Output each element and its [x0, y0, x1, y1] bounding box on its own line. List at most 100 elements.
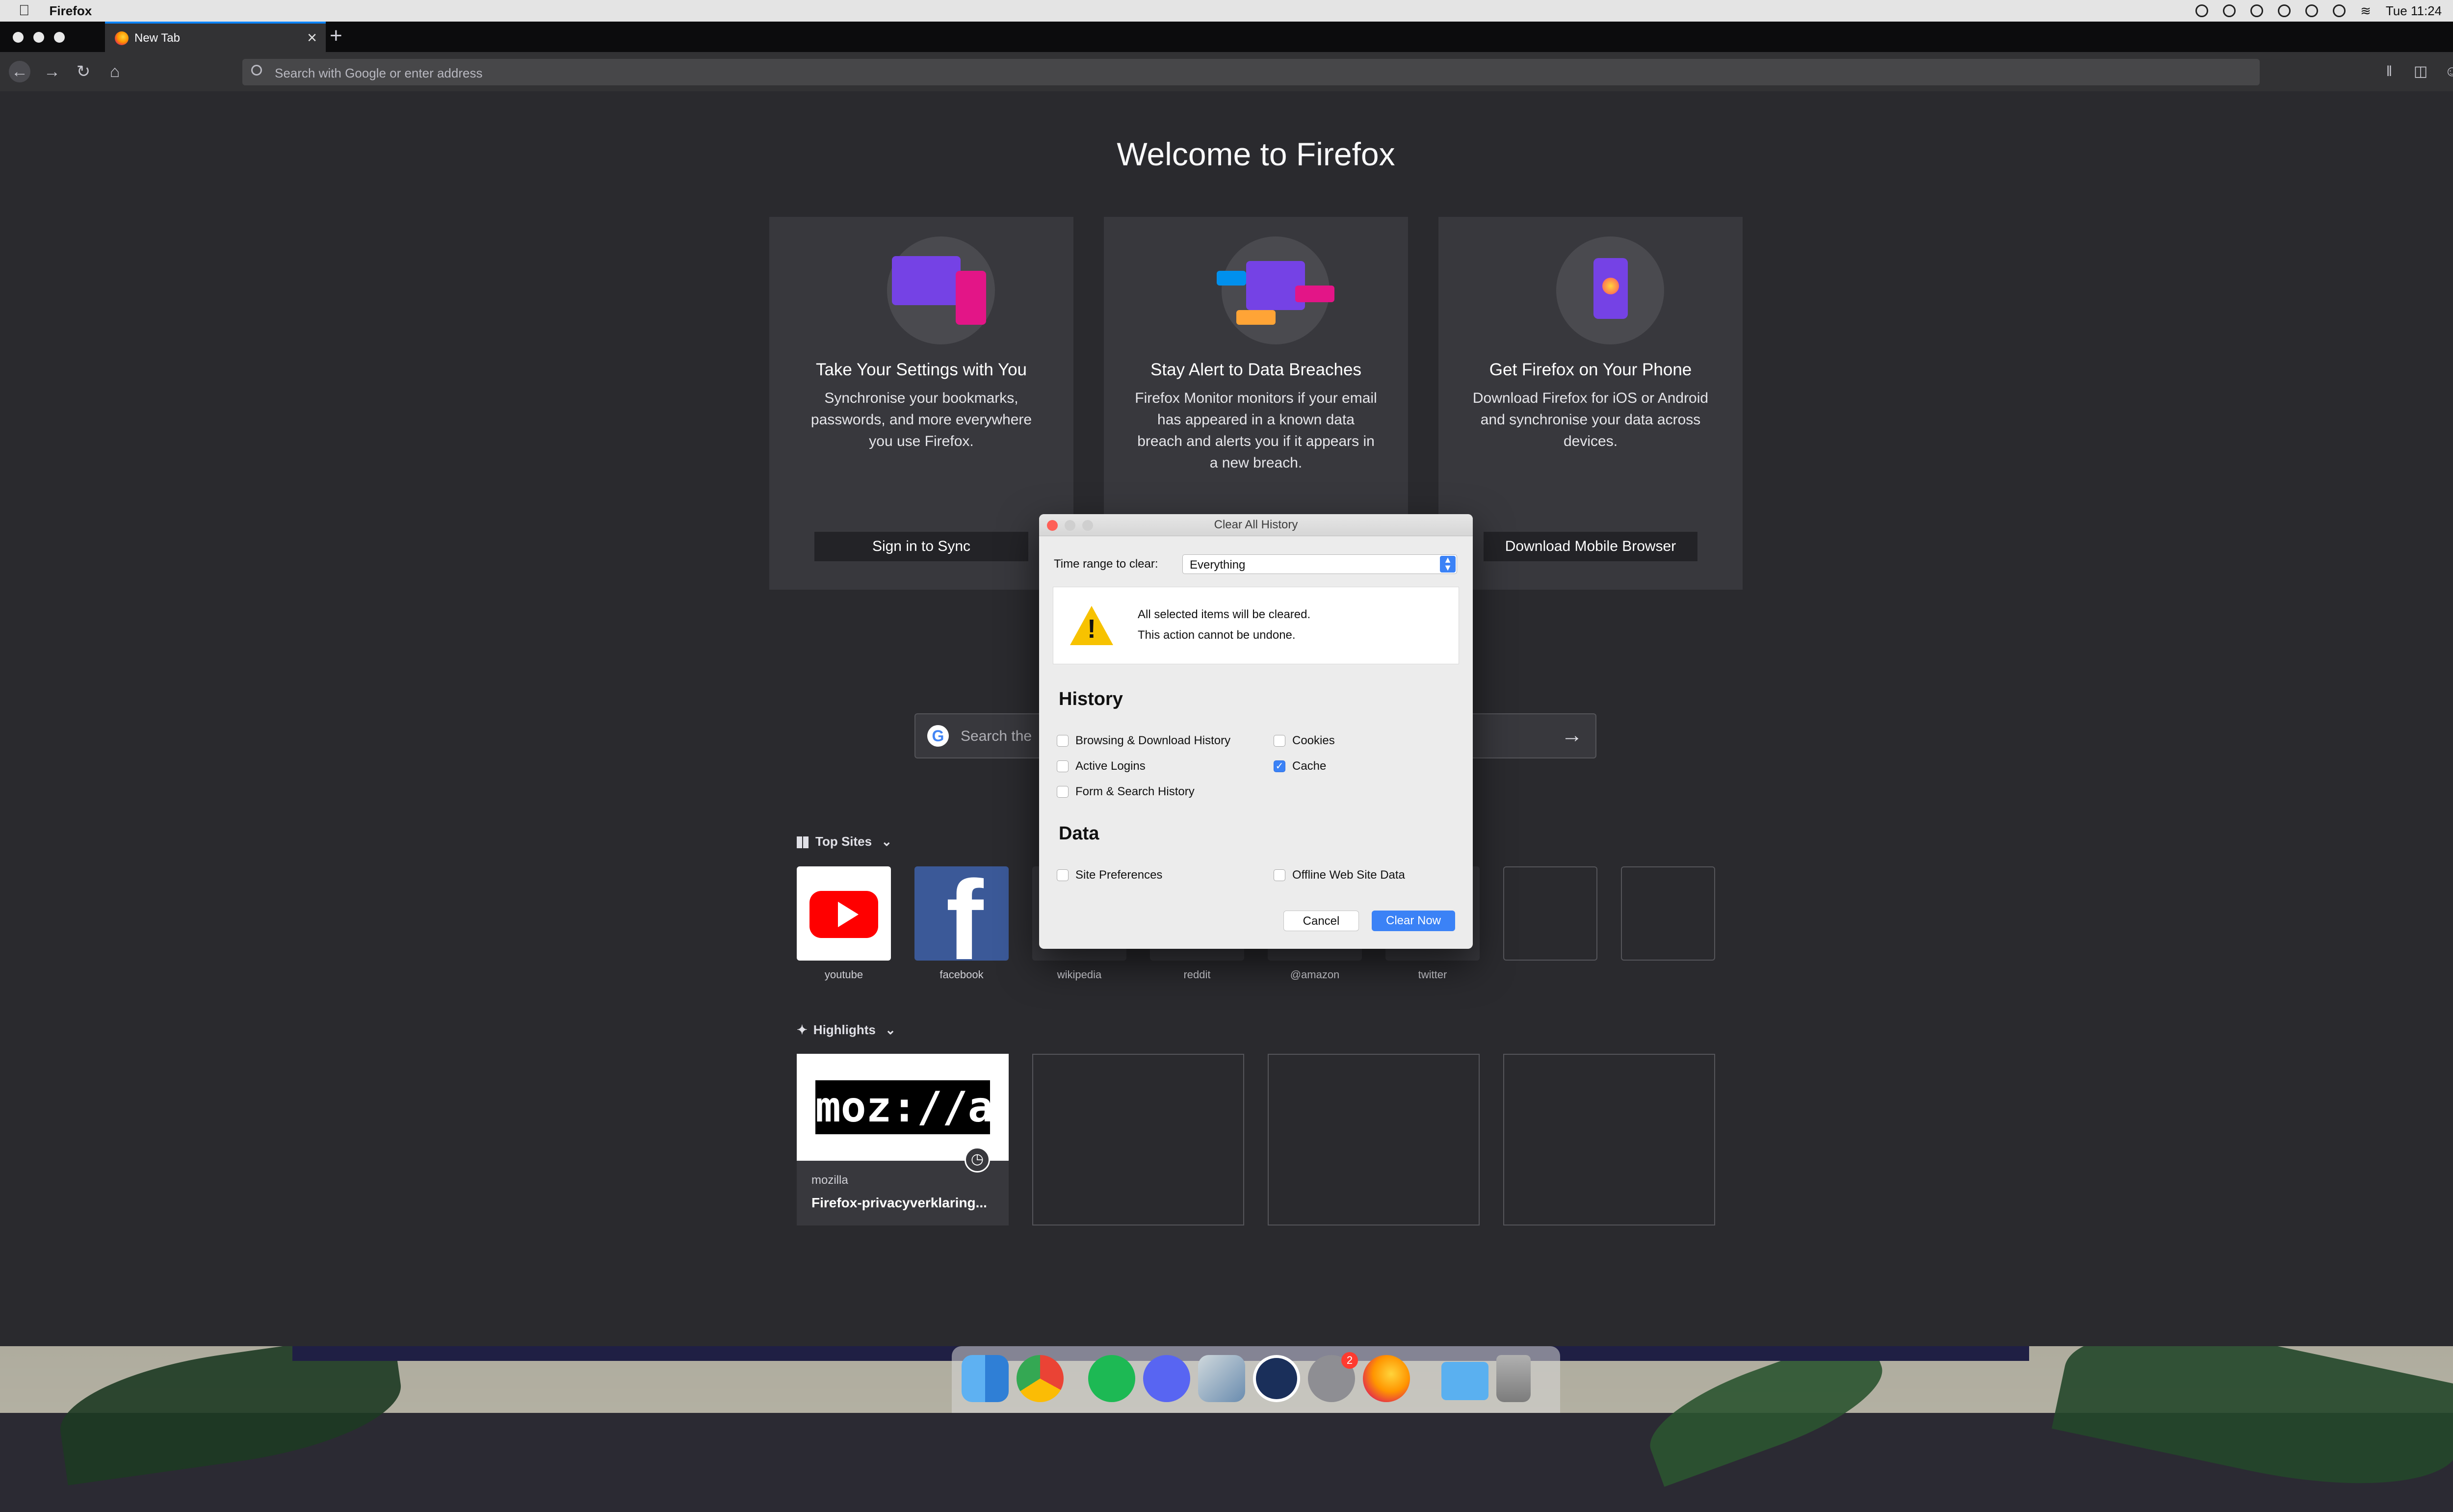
highlight-empty-slot	[1268, 1054, 1480, 1225]
tab-new-tab[interactable]: New Tab ×	[105, 22, 326, 52]
checkbox-cache[interactable]: ✓ Cache	[1274, 759, 1326, 773]
night-mode-icon[interactable]	[2223, 4, 2236, 17]
checkbox-browsing-download-history[interactable]: Browsing & Download History	[1057, 734, 1230, 748]
onboarding-card-mobile: Get Firefox on Your Phone Download Firef…	[1438, 217, 1743, 590]
airplane-icon[interactable]	[2278, 4, 2291, 17]
trash-icon[interactable]	[1496, 1355, 1531, 1402]
warning-text-2: This action cannot be undone.	[1138, 628, 1296, 642]
back-arrow-icon[interactable]: ←	[9, 61, 30, 82]
wifi-icon[interactable]: ≋	[2360, 3, 2371, 19]
checkbox-box[interactable]	[1274, 869, 1285, 881]
card-title: Stay Alert to Data Breaches	[1150, 360, 1361, 379]
cloud-status-icon[interactable]	[2195, 4, 2209, 17]
checkbox-checked-icon[interactable]: ✓	[1274, 760, 1285, 772]
top-sites-heading[interactable]: Top Sites ⌄	[797, 834, 892, 849]
mobile-phone-illustration	[1556, 236, 1664, 344]
tab-label: New Tab	[134, 31, 180, 45]
highlight-site: mozilla	[811, 1173, 848, 1187]
info-icon[interactable]	[2305, 4, 2319, 17]
system-preferences-icon[interactable]: 2	[1308, 1352, 1358, 1402]
sync-devices-illustration	[887, 236, 995, 344]
app-menu-name[interactable]: Firefox	[50, 3, 92, 19]
window-zoom-button[interactable]	[54, 32, 65, 43]
highlight-empty-slot	[1503, 1054, 1715, 1225]
clear-now-button[interactable]: Clear Now	[1372, 911, 1455, 931]
top-site-label: facebook	[939, 968, 984, 981]
time-range-select[interactable]: Everything ▲ ▼	[1182, 554, 1457, 574]
card-body: Synchronise your bookmarks, passwords, a…	[810, 390, 1032, 449]
top-site-label: twitter	[1418, 968, 1447, 981]
window-minimize-button[interactable]	[33, 32, 44, 43]
top-site-empty-slot[interactable]	[1503, 866, 1597, 961]
select-stepper-icon: ▲ ▼	[1440, 555, 1456, 573]
download-mobile-browser-button[interactable]: Download Mobile Browser	[1484, 532, 1697, 561]
sidebar-icon[interactable]: ◫	[2412, 63, 2429, 80]
notification-badge: 2	[1341, 1352, 1358, 1369]
top-site-youtube[interactable]: youtube	[797, 866, 891, 981]
sign-in-to-sync-button[interactable]: Sign in to Sync	[814, 532, 1028, 561]
discord-icon[interactable]	[1143, 1355, 1190, 1402]
checkbox-form-search-history[interactable]: Form & Search History	[1057, 785, 1195, 799]
mozilla-logo: moz://a	[815, 1080, 993, 1134]
checkbox-box[interactable]	[1057, 786, 1069, 798]
data-heading: Data	[1059, 823, 1099, 844]
library-icon[interactable]: ‖	[2380, 63, 2398, 80]
chrome-icon[interactable]	[1017, 1355, 1064, 1402]
menubar-clock[interactable]: Tue 11:24	[2386, 3, 2442, 19]
at-sign-icon[interactable]	[2250, 4, 2264, 17]
highlight-card[interactable]: moz://a ◷ mozilla Firefox-privacyverklar…	[797, 1054, 1009, 1225]
top-site-facebook[interactable]: f facebook	[914, 866, 1009, 981]
dialog-title: Clear All History	[1214, 518, 1298, 531]
dialog-titlebar: Clear All History	[1039, 514, 1473, 536]
warning-box: ! All selected items will be cleared. Th…	[1053, 587, 1459, 664]
highlight-title: Firefox-privacyverklaring...	[811, 1195, 987, 1210]
grid-icon	[797, 836, 809, 849]
sparkle-icon: ✦	[797, 1022, 808, 1037]
card-title: Get Firefox on Your Phone	[1489, 360, 1692, 379]
apple-menu-icon[interactable]: 	[19, 2, 30, 19]
tab-strip: New Tab × +	[0, 22, 2453, 52]
checkbox-box[interactable]	[1057, 760, 1069, 772]
account-icon[interactable]: ☺	[2443, 63, 2453, 80]
spotify-icon[interactable]	[1088, 1355, 1135, 1402]
1password-icon[interactable]	[1253, 1355, 1300, 1402]
tab-close-icon[interactable]: ×	[307, 28, 317, 48]
checkbox-offline-web-site-data[interactable]: Offline Web Site Data	[1274, 868, 1405, 882]
clear-history-dialog: Clear All History Time range to clear: E…	[1039, 514, 1473, 949]
finder-icon[interactable]	[962, 1355, 1009, 1402]
firefox-dock-icon[interactable]	[1363, 1355, 1410, 1402]
checkbox-box[interactable]	[1057, 735, 1069, 747]
highlight-empty-slot	[1032, 1054, 1244, 1225]
folder-icon[interactable]	[1441, 1362, 1488, 1400]
url-bar[interactable]: Search with Google or enter address	[242, 59, 2260, 85]
card-title: Take Your Settings with You	[815, 360, 1027, 379]
checkbox-box[interactable]	[1274, 735, 1285, 747]
data-breach-monitor-illustration	[1217, 236, 1334, 344]
checkbox-box[interactable]	[1057, 869, 1069, 881]
top-site-label: youtube	[824, 968, 863, 981]
chevron-down-icon: ⌄	[885, 1022, 896, 1037]
macos-menubar:  Firefox ≋ Tue 11:24 ☰	[0, 0, 2453, 22]
card-body: Firefox Monitor monitors if your email h…	[1135, 390, 1377, 471]
history-clock-icon: ◷	[965, 1147, 990, 1173]
vpn-icon[interactable]	[2333, 4, 2346, 17]
search-placeholder: Search the	[961, 728, 1032, 744]
home-icon[interactable]: ⌂	[104, 61, 126, 82]
google-logo-icon: G	[927, 725, 949, 747]
highlights-heading[interactable]: ✦ Highlights ⌄	[797, 1022, 896, 1038]
checkbox-site-preferences[interactable]: Site Preferences	[1057, 868, 1162, 882]
time-range-label: Time range to clear:	[1054, 557, 1158, 571]
card-body: Download Firefox for iOS or Android and …	[1472, 390, 1709, 449]
cancel-button[interactable]: Cancel	[1283, 911, 1359, 931]
top-site-empty-slot[interactable]	[1621, 866, 1715, 961]
preview-icon[interactable]	[1198, 1355, 1245, 1402]
checkbox-active-logins[interactable]: Active Logins	[1057, 759, 1146, 773]
checkbox-cookies[interactable]: Cookies	[1274, 734, 1335, 748]
search-go-arrow-icon[interactable]: →	[1561, 723, 1583, 748]
forward-arrow-icon[interactable]: →	[41, 61, 63, 82]
history-heading: History	[1059, 689, 1123, 709]
window-close-button[interactable]	[13, 32, 24, 43]
reload-icon[interactable]: ↻	[73, 61, 94, 82]
new-tab-plus-icon[interactable]: +	[330, 24, 342, 48]
top-site-label: reddit	[1183, 968, 1211, 981]
